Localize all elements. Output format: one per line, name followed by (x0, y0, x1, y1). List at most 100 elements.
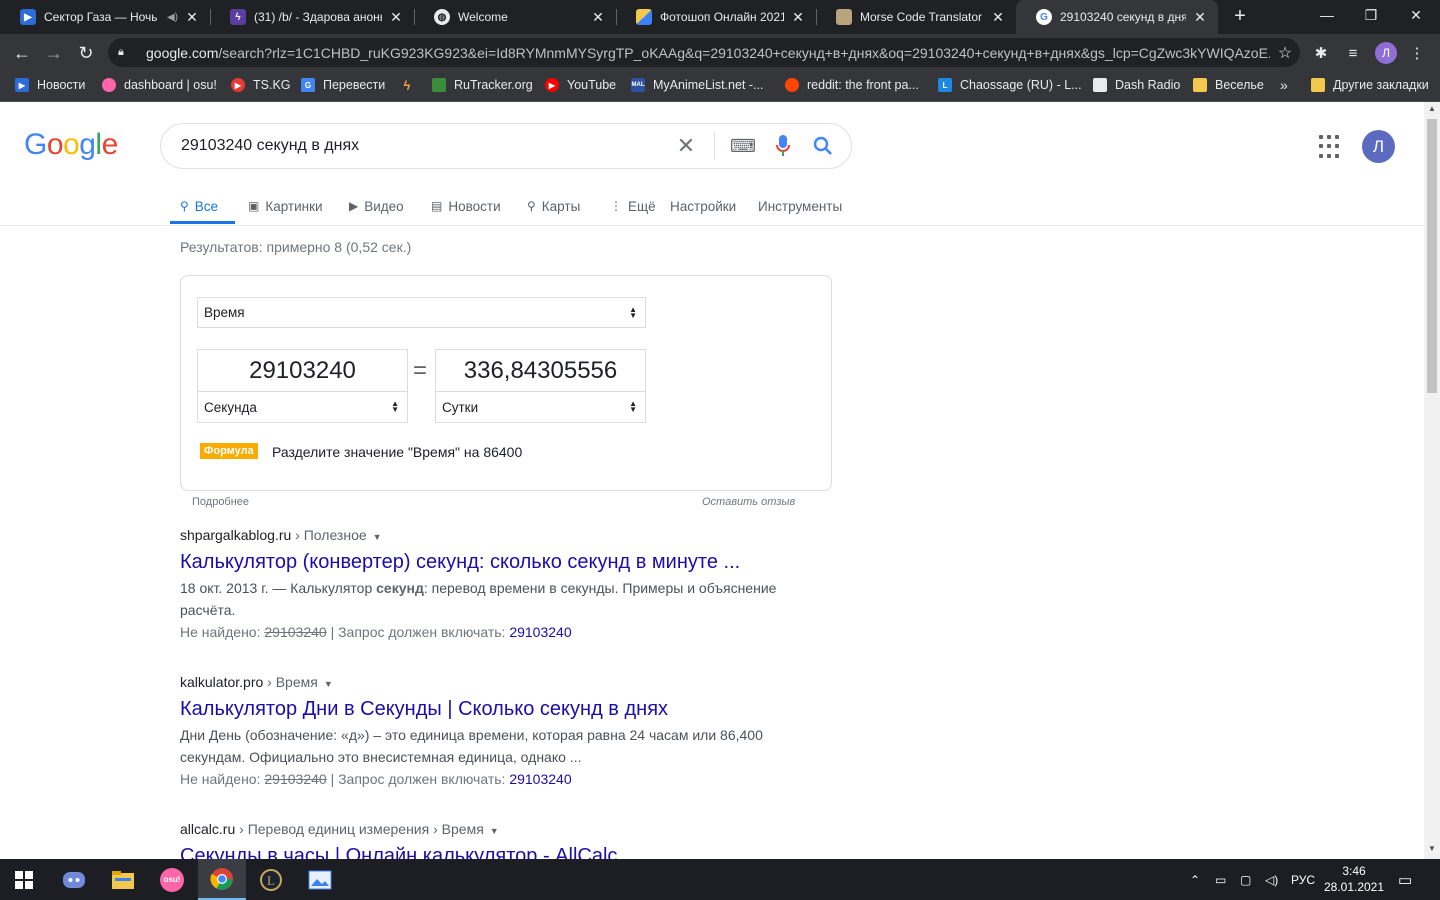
chevron-down-icon[interactable]: ▼ (324, 679, 333, 689)
volume-icon[interactable]: ◁) (1265, 859, 1278, 900)
search-box[interactable]: 29103240 секунд в днях ✕ ⌨ (160, 123, 852, 169)
must-include-link[interactable]: 29103240 (509, 771, 571, 787)
close-window-button[interactable]: ✕ (1392, 0, 1440, 30)
bookmark-item[interactable]: reddit: the front pa... (785, 71, 919, 99)
bookmark-item[interactable]: ▶ YouTube (545, 71, 616, 99)
restore-button[interactable]: ❐ (1347, 0, 1395, 30)
photos-icon[interactable] (296, 859, 344, 900)
bookmark-item[interactable]: ϟ (400, 71, 422, 99)
to-value-input[interactable]: 336,84305556 (435, 349, 646, 392)
lock-icon[interactable]: 🔒︎ (118, 46, 132, 59)
more-info-link[interactable]: Подробнее (192, 496, 249, 508)
to-unit-select[interactable]: Сутки ▲ ▼ (435, 391, 646, 423)
tab-news[interactable]: ▤ Новости (431, 186, 501, 226)
result-title-link[interactable]: Калькулятор (конвертер) секунд: сколько … (180, 549, 800, 575)
from-unit-select[interactable]: Секунда ▲ ▼ (197, 391, 408, 423)
input-language[interactable]: РУС (1291, 859, 1315, 900)
browser-tab[interactable]: ▶ Сектор Газа — Ночь ◀) ✕ (0, 0, 210, 34)
tab-maps[interactable]: ⚲ Карты (527, 186, 580, 226)
address-bar[interactable]: 🔒︎ google.com/search?rlz=1C1CHBD_ruKG923… (108, 38, 1300, 67)
tab-more[interactable]: ⋮ Ещё (610, 186, 656, 226)
tab-all[interactable]: ⚲ Все (180, 186, 218, 226)
google-results-page: Google 29103240 секунд в днях ✕ ⌨ Л ⚲ Все… (0, 102, 1424, 859)
extensions-icon[interactable]: ✱ (1310, 42, 1332, 64)
result-title-link[interactable]: Секунды в часы | Онлайн калькулятор - Al… (180, 843, 800, 859)
clear-search-icon[interactable]: ✕ (666, 126, 706, 166)
google-apps-icon[interactable] (1319, 135, 1343, 159)
profile-avatar[interactable]: Л (1375, 42, 1397, 64)
osu-icon[interactable]: osu! (148, 859, 196, 900)
result-cite[interactable]: kalkulator.pro › Время ▼ (180, 674, 800, 690)
scroll-thumb[interactable] (1427, 119, 1437, 393)
bookmark-item[interactable]: MAL MyAnimeList.net -... (631, 71, 763, 99)
new-tab-button[interactable]: + (1228, 5, 1252, 29)
bookmarks-overflow-button[interactable]: » (1280, 71, 1288, 99)
bookmark-item[interactable]: G Перевести (301, 71, 385, 99)
page-scrollbar[interactable]: ▲ ▼ (1424, 102, 1440, 859)
bookmark-item[interactable]: L Chaossage (RU) - L... (938, 71, 1082, 99)
show-hidden-icons-button[interactable]: ⌃ (1190, 859, 1200, 900)
feedback-link[interactable]: Оставить отзыв (702, 496, 795, 508)
browser-tab-active[interactable]: G 29103240 секунд в днях ✕ (1016, 0, 1218, 34)
must-include-link[interactable]: 29103240 (509, 624, 571, 640)
result-title-link[interactable]: Калькулятор Дни в Секунды | Сколько секу… (180, 696, 800, 722)
browser-tab[interactable]: Morse Code Translator - С ✕ (816, 0, 1016, 34)
url-text[interactable]: google.com/search?rlz=1C1CHBD_ruKG923KG9… (146, 45, 1270, 61)
tab-tools[interactable]: Инструменты (758, 186, 842, 226)
bookmark-item[interactable]: ▶ TS.KG (231, 71, 291, 99)
audio-icon[interactable]: ◀) (167, 12, 178, 23)
search-input[interactable]: 29103240 секунд в днях (161, 137, 666, 155)
discord-icon[interactable] (50, 859, 98, 900)
scroll-up-icon[interactable]: ▲ (1424, 104, 1440, 118)
result-cite[interactable]: shpargalkablog.ru › Полезное ▼ (180, 527, 800, 543)
google-logo[interactable]: Google (24, 128, 118, 162)
windows-start-icon[interactable] (0, 859, 48, 900)
minimize-button[interactable]: — (1303, 0, 1351, 30)
notification-center-icon[interactable]: ▭ (1398, 859, 1412, 900)
scroll-down-icon[interactable]: ▼ (1424, 844, 1440, 858)
category-select[interactable]: Время ▲ ▼ (197, 297, 646, 328)
video-icon: ▶ (349, 199, 359, 213)
chevron-down-icon[interactable]: ▼ (490, 826, 499, 836)
close-tab-icon[interactable]: ✕ (184, 9, 200, 26)
close-tab-icon[interactable]: ✕ (388, 9, 404, 26)
chrome-menu-icon[interactable]: ⋮ (1406, 42, 1428, 64)
browser-tab[interactable]: ϟ (31) /b/ - Здарова анонь ✕ (210, 0, 414, 34)
result-snippet: 18 окт. 2013 г. — Калькулятор секунд: пе… (180, 580, 777, 618)
display-icon[interactable]: ▢ (1240, 859, 1251, 900)
result-cite[interactable]: allcalc.ru › Перевод единиц измерения › … (180, 821, 800, 837)
bookmark-item[interactable]: RuTracker.org (432, 71, 533, 99)
missing-terms: Не найдено: 29103240 | Запрос должен вкл… (180, 771, 572, 787)
back-button[interactable]: ← (9, 40, 35, 66)
network-icon[interactable]: ▭ (1215, 859, 1226, 900)
reload-button[interactable]: ↻ (73, 40, 99, 66)
bookmark-folder[interactable]: Веселье (1193, 71, 1264, 99)
chevron-down-icon[interactable]: ▼ (373, 532, 382, 542)
from-value-input[interactable]: 29103240 (197, 349, 408, 392)
browser-tab[interactable]: ◍ Welcome ✕ (414, 0, 616, 34)
browser-tab[interactable]: Фотошоп Онлайн 2021 / ✕ (616, 0, 816, 34)
media-control-icon[interactable]: ≡ (1342, 42, 1364, 64)
account-avatar[interactable]: Л (1362, 130, 1395, 163)
tab-video[interactable]: ▶ Видео (349, 186, 404, 226)
voice-search-icon[interactable] (763, 126, 803, 166)
tab-images[interactable]: ▣ Картинки (248, 186, 323, 226)
close-tab-icon[interactable]: ✕ (1192, 9, 1208, 26)
chrome-icon[interactable] (198, 859, 246, 900)
forward-button[interactable]: → (41, 40, 67, 66)
bookmark-item[interactable]: dashboard | osu! (102, 71, 217, 99)
close-tab-icon[interactable]: ✕ (590, 9, 606, 26)
tab-settings[interactable]: Настройки (670, 186, 736, 226)
close-tab-icon[interactable]: ✕ (790, 9, 806, 26)
bookmark-item[interactable]: Dash Radio (1093, 71, 1180, 99)
bookmark-folder[interactable]: Другие закладки (1311, 71, 1429, 99)
keyboard-icon[interactable]: ⌨ (723, 126, 763, 166)
osu-icon (102, 78, 116, 92)
bookmark-star-icon[interactable]: ☆ (1270, 43, 1300, 63)
close-tab-icon[interactable]: ✕ (990, 9, 1006, 26)
file-explorer-icon[interactable] (99, 859, 147, 900)
taskbar-clock[interactable]: 3:46 28.01.2021 (1322, 863, 1386, 895)
search-icon[interactable] (803, 126, 843, 166)
bookmark-item[interactable]: ▶ Новости (15, 71, 85, 99)
league-icon[interactable]: L (247, 859, 295, 900)
